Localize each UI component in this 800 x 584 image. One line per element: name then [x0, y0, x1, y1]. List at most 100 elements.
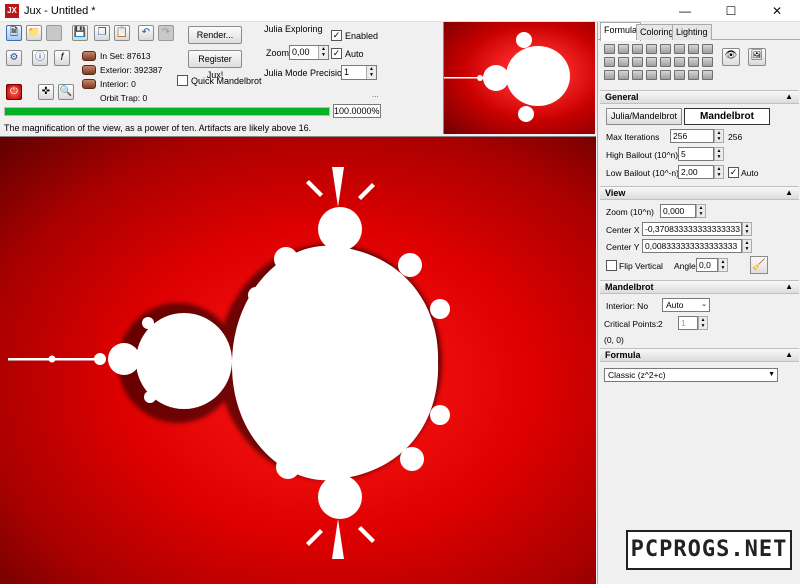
formula-preset-button[interactable]	[674, 70, 685, 80]
julia-precision-arrows[interactable]: ▲ ▼	[366, 66, 376, 79]
flip-vertical-checkbox[interactable]	[606, 260, 617, 271]
title-bar: JX Jux - Untitled * — ☐ ✕	[0, 0, 800, 22]
magnifier-icon[interactable]: 🔍	[58, 84, 74, 100]
quick-mandelbrot-checkbox[interactable]	[177, 75, 188, 86]
crosshair-icon[interactable]: ✜	[38, 84, 54, 100]
view-zoom-input[interactable]: 0,000	[660, 204, 696, 218]
close-button[interactable]: ✕	[754, 0, 800, 22]
center-y-stepper[interactable]: ▲ ▼	[742, 239, 752, 253]
formula-f-icon[interactable]: f	[54, 50, 70, 66]
max-iterations-stepper[interactable]: ▲ ▼	[714, 129, 724, 143]
fractal-canvas[interactable]	[0, 136, 596, 584]
progress-fill	[5, 108, 329, 115]
formula-select[interactable]: Classic (z^2+c) ▼	[604, 368, 778, 382]
center-x-label: Center X	[606, 225, 640, 235]
section-general[interactable]: General ▲	[600, 90, 799, 104]
julia-enabled-label: Enabled	[345, 31, 379, 41]
high-bailout-label: High Bailout (10^n)	[606, 150, 679, 160]
section-mandelbrot[interactable]: Mandelbrot ▲	[600, 280, 799, 294]
render-button[interactable]: Render...	[188, 26, 242, 44]
julia-zoom-value: 0,00	[292, 47, 310, 57]
formula-preset-button[interactable]	[604, 57, 615, 67]
high-bailout-input[interactable]: 5	[678, 147, 714, 161]
formula-preset-button[interactable]	[702, 70, 713, 80]
tab-formula[interactable]: Formula	[600, 22, 642, 41]
formula-preset-button[interactable]	[604, 70, 615, 80]
formula-preset-button[interactable]	[618, 70, 629, 80]
formula-preset-button[interactable]	[632, 44, 643, 54]
new-file-icon[interactable]: 🗎	[6, 25, 22, 41]
julia-precision-stepper[interactable]: 1 ▲ ▼	[341, 65, 377, 80]
interior-label: Interior: No	[606, 301, 649, 311]
julia-mandelbrot-button[interactable]: Julia/Mandelbrot	[606, 108, 682, 125]
low-bailout-auto-checkbox[interactable]: ✓	[728, 167, 739, 178]
register-button[interactable]: Register Jux!	[188, 50, 242, 80]
mandelbrot-button[interactable]: Mandelbrot	[684, 108, 770, 125]
angle-input[interactable]: 0,0	[696, 258, 718, 272]
julia-more-ellipsis[interactable]: ...	[372, 90, 379, 99]
max-iterations-input[interactable]: 256	[670, 129, 714, 143]
center-y-input[interactable]: 0,008333333333333333	[642, 239, 742, 253]
reset-view-broom-icon[interactable]: 🧹	[750, 256, 768, 274]
collapse-formula-icon[interactable]: ▲	[785, 349, 793, 361]
julia-enabled-checkbox[interactable]: ✓	[331, 30, 342, 41]
formula-preset-button[interactable]	[688, 44, 699, 54]
stop-render-icon[interactable]: ⏻	[6, 84, 22, 100]
interior-eye-icon	[82, 79, 96, 89]
tab-lighting[interactable]: Lighting	[672, 24, 712, 40]
collapse-general-icon[interactable]: ▲	[785, 91, 793, 103]
redo-icon[interactable]: ↷	[158, 25, 174, 41]
settings-gear-icon[interactable]: ⚙	[6, 50, 22, 66]
interior-select[interactable]: Auto ⌄	[662, 298, 710, 312]
center-x-input[interactable]: -0,370833333333333333	[642, 222, 742, 236]
eye-preview-icon[interactable]: 👁	[722, 48, 740, 66]
formula-preset-button[interactable]	[618, 44, 629, 54]
save-icon[interactable]: 💾	[72, 25, 88, 41]
julia-zoom-arrows[interactable]: ▲ ▼	[318, 46, 328, 59]
formula-preset-button[interactable]	[674, 44, 685, 54]
formula-preset-button[interactable]	[674, 57, 685, 67]
high-bailout-stepper[interactable]: ▲ ▼	[714, 147, 724, 161]
formula-preset-button[interactable]	[604, 44, 615, 54]
section-view[interactable]: View ▲	[600, 186, 799, 200]
undo-icon[interactable]: ↶	[138, 25, 154, 41]
formula-preset-button[interactable]	[660, 57, 671, 67]
angle-stepper[interactable]: ▲ ▼	[718, 258, 728, 272]
formula-preset-button[interactable]	[660, 44, 671, 54]
info-icon[interactable]: ⓘ	[32, 50, 48, 66]
open-folder-icon[interactable]: 📁	[26, 25, 42, 41]
low-bailout-stepper[interactable]: ▲ ▼	[714, 165, 724, 179]
julia-auto-checkbox[interactable]: ✓	[331, 48, 342, 59]
low-bailout-input[interactable]: 2,00	[678, 165, 714, 179]
disabled-tool-icon[interactable]	[46, 25, 62, 41]
formula-preset-button[interactable]	[660, 70, 671, 80]
julia-exploring-title: Julia Exploring	[264, 24, 323, 34]
formula-preset-button[interactable]	[646, 70, 657, 80]
formula-preset-button[interactable]	[646, 44, 657, 54]
section-formula[interactable]: Formula ▲	[600, 348, 799, 362]
preview-thumbnail[interactable]	[443, 22, 595, 134]
collapse-mandelbrot-icon[interactable]: ▲	[785, 281, 793, 293]
formula-preset-button[interactable]	[702, 57, 713, 67]
formula-preset-button[interactable]	[702, 44, 713, 54]
formula-preset-button[interactable]	[618, 57, 629, 67]
copy-icon[interactable]: ❐	[94, 25, 110, 41]
formula-preset-button[interactable]	[646, 57, 657, 67]
formula-preset-button[interactable]	[632, 57, 643, 67]
critical-point-input[interactable]: 1	[678, 316, 698, 330]
view-zoom-stepper[interactable]: ▲ ▼	[696, 204, 706, 218]
minimize-button[interactable]: —	[662, 0, 708, 22]
formula-preset-button[interactable]	[632, 70, 643, 80]
julia-zoom-stepper[interactable]: 0,00 ▲ ▼	[289, 45, 329, 60]
collapse-view-icon[interactable]: ▲	[785, 187, 793, 199]
paste-icon[interactable]: 📋	[114, 25, 130, 41]
maximize-button[interactable]: ☐	[708, 0, 754, 22]
section-formula-title: Formula	[605, 350, 641, 360]
formula-preset-button[interactable]	[688, 57, 699, 67]
export-image-icon[interactable]: 🖼	[748, 48, 766, 66]
center-x-stepper[interactable]: ▲ ▼	[742, 222, 752, 236]
section-view-title: View	[605, 188, 626, 198]
formula-preset-button[interactable]	[688, 70, 699, 80]
stat-orbit-trap: Orbit Trap: 0	[100, 93, 148, 103]
critical-point-stepper[interactable]: ▲ ▼	[698, 316, 708, 330]
